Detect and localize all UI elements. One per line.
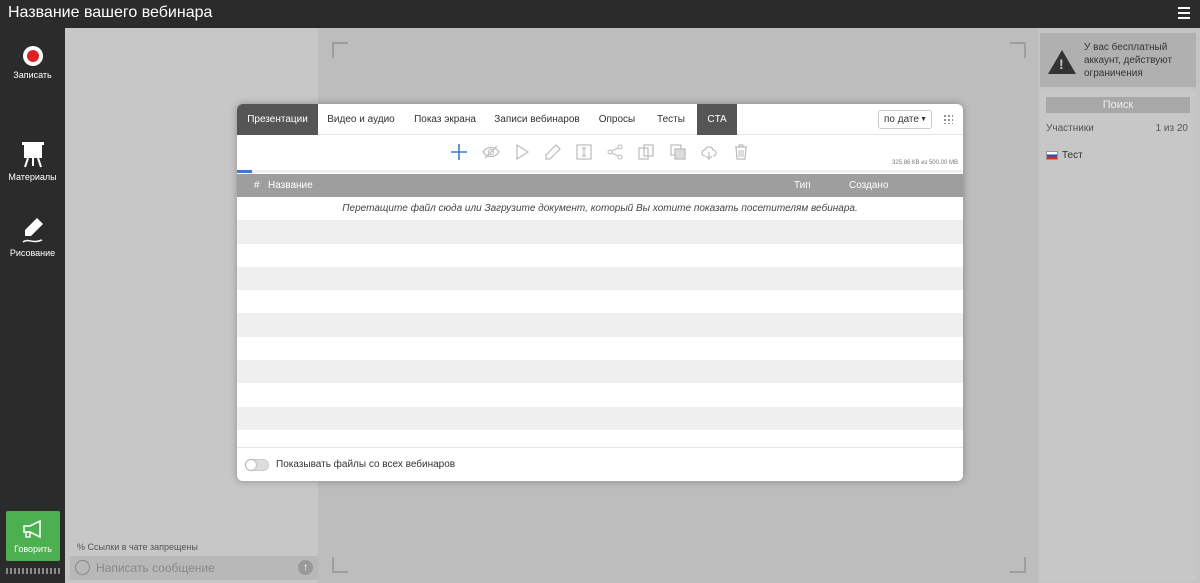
participant-item[interactable]: Тест xyxy=(1046,150,1083,161)
drawing-button[interactable]: Рисование xyxy=(0,216,65,258)
stage-corner xyxy=(332,42,348,58)
edit-icon[interactable] xyxy=(544,143,562,161)
modal-tabs: Презентации Видео и аудио Показ экрана З… xyxy=(237,104,963,135)
copy-icon[interactable] xyxy=(637,143,655,161)
column-name[interactable]: Название xyxy=(268,180,313,191)
storage-usage: 325.86 КВ из 500.00 МВ xyxy=(892,160,958,166)
chevron-down-icon: ▼ xyxy=(920,116,927,123)
duplicate-icon[interactable] xyxy=(669,143,687,161)
megaphone-icon xyxy=(23,519,41,539)
stage-corner xyxy=(332,557,348,573)
files-table-body xyxy=(237,197,963,454)
hamburger-icon[interactable] xyxy=(1178,7,1190,21)
emoji-icon[interactable] xyxy=(75,560,90,575)
participants-count: 1 из 20 xyxy=(1155,123,1188,134)
show-all-webinars-toggle[interactable] xyxy=(245,459,269,471)
tab-recordings[interactable]: Записи вебинаров xyxy=(492,104,582,135)
tab-screen-share[interactable]: Показ экрана xyxy=(407,104,483,135)
show-all-webinars-label: Показывать файлы со всех вебинаров xyxy=(276,459,456,470)
send-icon[interactable]: ↑ xyxy=(298,560,313,575)
links-notice-text: Ссылки в чате запрещены xyxy=(87,542,198,552)
participants-label: Участники xyxy=(1046,123,1094,134)
trash-icon[interactable] xyxy=(732,143,750,161)
record-button[interactable]: Записать xyxy=(0,46,65,80)
materials-modal: Презентации Видео и аудио Показ экрана З… xyxy=(237,104,963,481)
right-panel: У вас бесплатный аккаунт, действуют огра… xyxy=(1038,28,1200,583)
tab-presentations[interactable]: Презентации xyxy=(237,104,318,135)
speak-label: Говорить xyxy=(14,544,52,554)
column-num: # xyxy=(254,180,260,191)
warning-text: У вас бесплатный аккаунт, действуют огра… xyxy=(1084,42,1173,79)
stage-corner xyxy=(1010,557,1026,573)
column-type[interactable]: Тип xyxy=(794,180,811,191)
storage-progress-fill xyxy=(237,170,252,173)
table-row xyxy=(237,220,963,244)
share-icon[interactable] xyxy=(606,143,624,161)
links-notice: % Ссылки в чате запрещены xyxy=(77,542,198,552)
top-bar: Название вашего вебинара xyxy=(0,0,1200,28)
table-row xyxy=(237,290,963,314)
materials-label: Материалы xyxy=(8,172,57,182)
easel-icon xyxy=(21,142,44,168)
record-icon xyxy=(22,46,43,66)
webinar-title: Название вашего вебинара xyxy=(8,4,213,21)
stage-corner xyxy=(1010,42,1026,58)
tab-polls[interactable]: Опросы xyxy=(592,104,642,135)
cloud-download-icon[interactable] xyxy=(700,143,718,161)
participant-name: Тест xyxy=(1062,150,1083,161)
volume-indicator xyxy=(6,568,60,574)
flag-icon xyxy=(1046,150,1058,160)
table-row xyxy=(237,383,963,407)
speak-button[interactable]: Говорить xyxy=(6,511,60,561)
chat-message-input[interactable] xyxy=(96,559,286,577)
left-nav: Записать Материалы Рисование Говорить xyxy=(0,28,65,583)
drawing-label: Рисование xyxy=(9,248,56,258)
rename-icon[interactable] xyxy=(575,143,593,161)
search-button[interactable]: Поиск xyxy=(1046,97,1190,113)
table-row xyxy=(237,313,963,337)
table-row xyxy=(237,243,963,267)
table-row xyxy=(237,266,963,291)
free-account-warning: У вас бесплатный аккаунт, действуют огра… xyxy=(1040,33,1196,87)
link-icon: % xyxy=(77,542,86,552)
sort-select[interactable]: по дате ▼ xyxy=(878,110,932,129)
table-row xyxy=(237,360,963,384)
pencil-icon xyxy=(22,218,43,243)
participants-panel: Поиск Участники 1 из 20 Тест xyxy=(1040,91,1196,581)
modal-footer: Показывать файлы со всех вебинаров xyxy=(237,447,963,481)
warning-icon xyxy=(1048,50,1076,74)
table-row xyxy=(237,336,963,361)
materials-button[interactable]: Материалы xyxy=(0,140,65,182)
grid-view-icon[interactable] xyxy=(943,114,953,124)
chat-input-bar: ↑ xyxy=(70,556,318,580)
hide-icon[interactable] xyxy=(482,143,500,161)
play-icon[interactable] xyxy=(513,143,531,161)
tab-cta[interactable]: CTA xyxy=(697,104,737,135)
tab-tests[interactable]: Тесты xyxy=(649,104,693,135)
add-icon[interactable] xyxy=(450,143,468,161)
file-toolbar: 325.86 КВ из 500.00 МВ xyxy=(237,135,963,171)
storage-progress-bar xyxy=(237,170,963,173)
empty-dropzone-message[interactable]: Перетащите файл сюда или Загрузите докум… xyxy=(237,203,963,214)
table-row xyxy=(237,406,963,430)
sort-value: по дате xyxy=(884,114,919,125)
column-created[interactable]: Создано xyxy=(849,180,889,191)
record-label: Записать xyxy=(13,70,52,80)
tab-video-audio[interactable]: Видео и аудио xyxy=(321,104,401,135)
files-table-header: # Название Тип Создано xyxy=(237,174,963,197)
